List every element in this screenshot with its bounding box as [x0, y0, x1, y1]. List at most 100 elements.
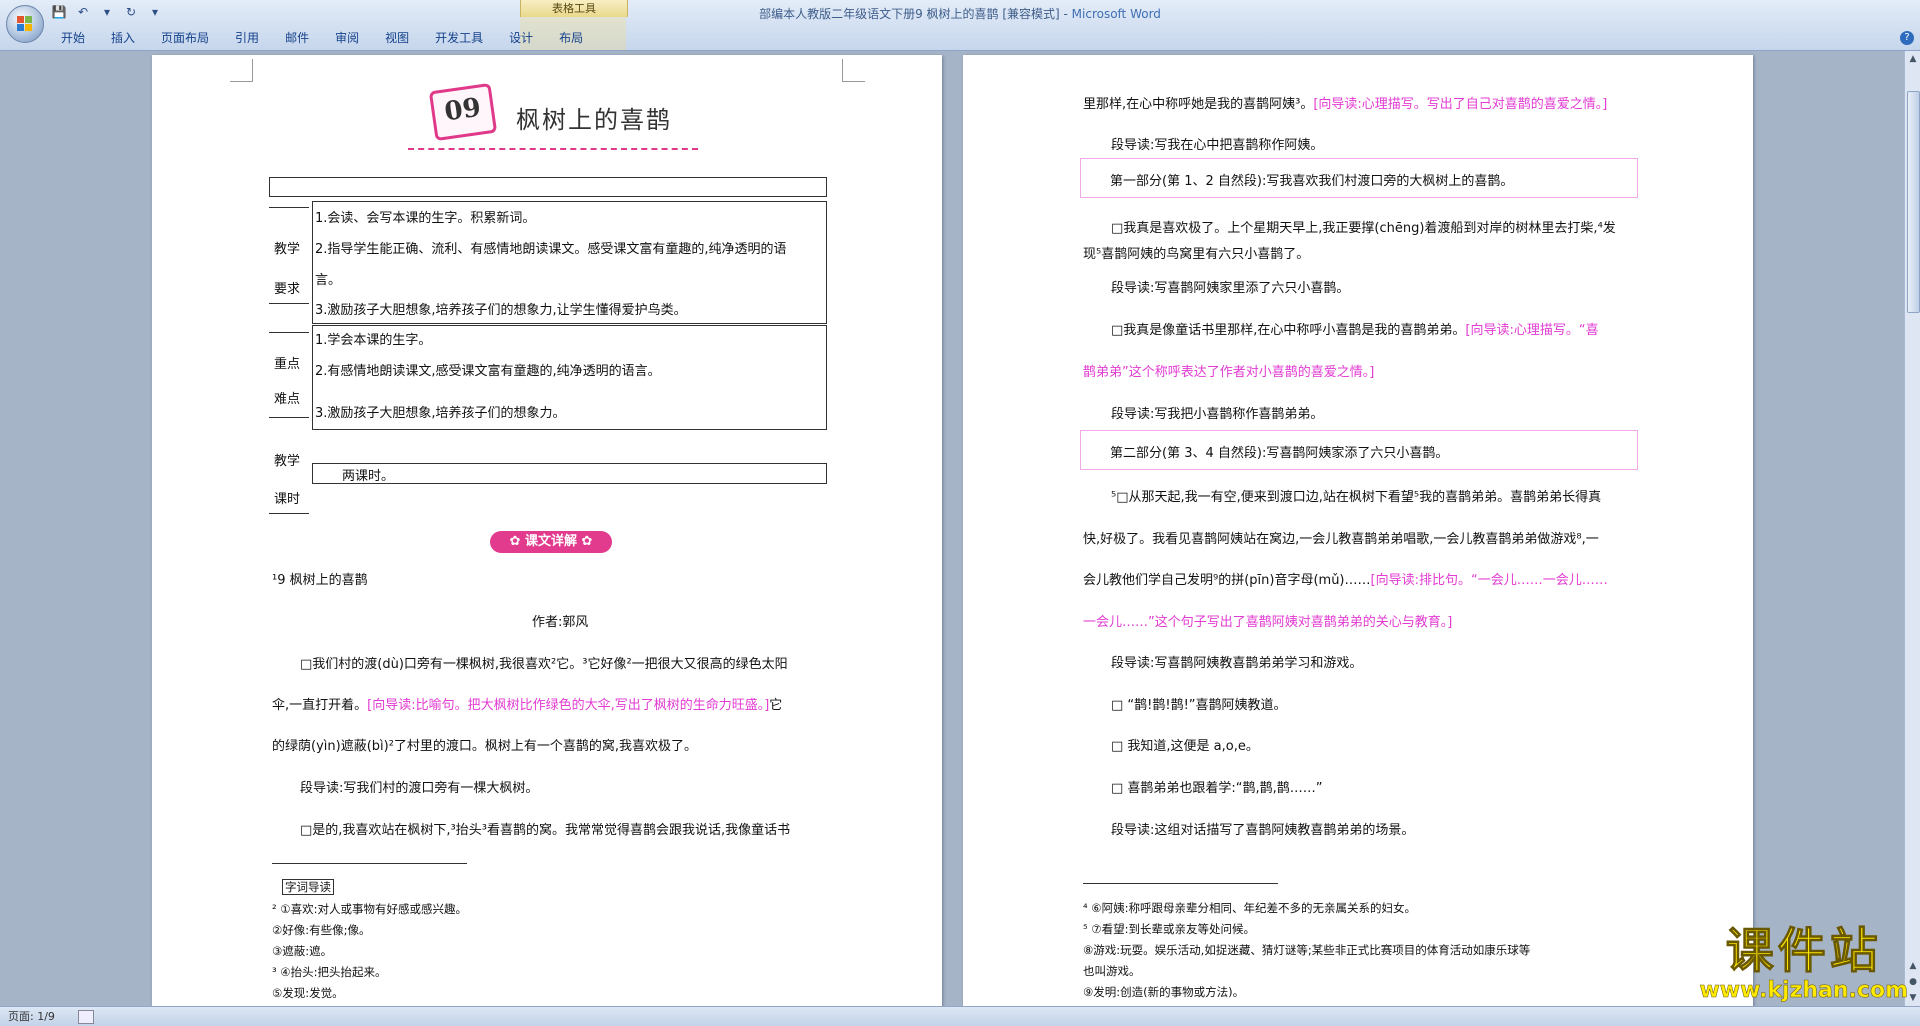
key-1: 1.学会本课的生字。 — [315, 333, 432, 348]
footnote-1: ² ①喜欢:对人或事物有好感或感兴趣。 — [272, 902, 467, 916]
footnote-2: ②好像:有些像;像。 — [272, 923, 371, 937]
right-para-4a: □我真是像童话书里那样,在心中称呼小喜鹊是我的喜鹊弟弟。[向导读:心理描写。“喜 — [1111, 319, 1599, 338]
footnote-separator — [272, 863, 467, 864]
page-1[interactable]: 09 枫树上的喜鹊 教学 要求 1.会读、会写本课的生字。积累新词。 2.指导学… — [152, 55, 942, 1006]
tab-table-design[interactable]: 设计 — [496, 28, 546, 48]
req-label-2: 要求 — [274, 282, 301, 297]
right-footnote-1: ⁴ ⑥阿姨:称呼跟母亲辈分相同、年纪差不多的无亲属关系的妇女。 — [1083, 901, 1416, 915]
title-bar: 💾 ↶ ▾ ↻ ▾ 部编本人教版二年级语文下册9 枫树上的喜鹊 [兼容模式] -… — [0, 0, 1920, 51]
watermark-logo: 课件站 www.kjzhan.com — [1699, 923, 1908, 1003]
req-2a: 2.指导学生能正确、流利、有感情地朗读课文。感受课文富有童趣的,纯净透明的语 — [315, 242, 787, 257]
right-para-4a-text: □我真是像童话书里那样,在心中称呼小喜鹊是我的喜鹊弟弟。 — [1111, 323, 1466, 338]
annotation-metaphor: [向导读:比喻句。把大枫树比作绿色的大伞,写出了枫树的生命力旺盛。] — [367, 698, 770, 713]
right-footnote-5: ⑨发明:创造(新的事物或方法)。 — [1083, 985, 1245, 999]
right-para-5b: 快,好极了。我看见喜鹊阿姨站在窝边,一会儿教喜鹊弟弟唱歌,一会儿教喜鹊弟弟做游戏… — [1083, 532, 1599, 547]
scroll-up-icon[interactable]: ▲ — [1905, 51, 1920, 67]
footnote-4: ³ ④抬头:把头抬起来。 — [272, 965, 387, 979]
tab-table-layout[interactable]: 布局 — [546, 28, 596, 48]
time-label-2: 课时 — [274, 492, 301, 507]
right-para-3a: □我真是喜欢极了。上个星期天早上,我正要撑(chēng)着渡船到对岸的树林里去打… — [1111, 221, 1616, 236]
paragraph-1b: 伞,一直打开着。[向导读:比喻句。把大枫树比作绿色的大伞,写出了枫树的生命力旺盛… — [272, 694, 782, 713]
right-guide-4: 段导读:写喜鹊阿姨教喜鹊弟弟学习和游戏。 — [1111, 656, 1363, 671]
tab-developer[interactable]: 开发工具 — [422, 28, 496, 48]
right-para-5c-text: 会儿教他们学自己发明⁹的拼(pīn)音字母(mǔ)…… — [1083, 573, 1371, 588]
right-line-1-text: 里那样,在心中称呼她是我的喜鹊阿姨³。 — [1083, 97, 1314, 112]
help-icon[interactable]: ? — [1900, 31, 1914, 45]
right-guide-3: 段导读:写我把小喜鹊称作喜鹊弟弟。 — [1111, 407, 1324, 422]
author: 作者:郭风 — [532, 615, 589, 630]
annotation-psych-1: [向导读:心理描写。写出了自己对喜鹊的喜爱之情。] — [1313, 97, 1608, 112]
paragraph-1a: □我们村的渡(dù)口旁有一棵枫树,我很喜欢²它。³它好像²一把很大又很高的绿色… — [300, 657, 788, 672]
annotation-psych-2: [向导读:心理描写。“喜 — [1465, 323, 1599, 338]
req-label-1: 教学 — [274, 242, 301, 257]
tab-view[interactable]: 视图 — [372, 28, 422, 48]
tab-page-layout[interactable]: 页面布局 — [148, 28, 222, 48]
right-line-1: 里那样,在心中称呼她是我的喜鹊阿姨³。[向导读:心理描写。写出了自己对喜鹊的喜爱… — [1083, 93, 1607, 112]
tab-mailings[interactable]: 邮件 — [272, 28, 322, 48]
right-footnote-2: ⁵ ⑦看望:到长辈或亲友等处问候。 — [1083, 922, 1255, 936]
dialogue-1: □ “鹊!鹊!鹊!”喜鹊阿姨教道。 — [1111, 698, 1287, 713]
footnote-heading: 字词导读 — [272, 879, 334, 895]
watermark-url: www.kjzhan.com — [1699, 978, 1908, 1003]
footnote-5: ⑤发现:发觉。 — [272, 986, 344, 1000]
key-2: 2.有感情地朗读课文,感受课文富有童趣的,纯净透明的语言。 — [315, 364, 661, 379]
req-3: 3.激励孩子大胆想象,培养孩子们的想象力,让学生懂得爱护鸟类。 — [315, 303, 687, 318]
lesson-number: 09 — [442, 92, 483, 128]
annotation-parallelism: [向导读:排比句。“一会儿……一会儿…… — [1370, 573, 1608, 588]
right-para-3b: 现⁵喜鹊阿姨的鸟窝里有六只小喜鹊了。 — [1083, 247, 1310, 262]
right-guide-5: 段导读:这组对话描写了喜鹊阿姨教喜鹊弟弟的场景。 — [1111, 823, 1415, 838]
part-2-summary: 第二部分(第 3、4 自然段):写喜鹊阿姨家添了六只小喜鹊。 — [1110, 446, 1449, 461]
table-header-row — [269, 177, 827, 197]
right-footnote-3: ⑧游戏:玩耍。娱乐活动,如捉迷藏、猜灯谜等;某些非正式比赛项目的体育活动如康乐球… — [1083, 943, 1531, 957]
right-footnote-4: 也叫游戏。 — [1083, 964, 1141, 978]
watermark-text: 课件站 — [1725, 923, 1882, 980]
time-value: 两课时。 — [342, 469, 395, 484]
paragraph-2: □是的,我喜欢站在枫树下,³抬头³看喜鹊的窝。我常常觉得喜鹊会跟我说话,我像童话… — [300, 823, 791, 838]
key-3: 3.激励孩子大胆想象,培养孩子们的想象力。 — [315, 406, 566, 421]
crop-mark — [842, 59, 865, 82]
dialogue-3: □ 喜鹊弟弟也跟着学:“鹊,鹊,鹊……” — [1111, 781, 1323, 796]
page-2[interactable]: 里那样,在心中称呼她是我的喜鹊阿姨³。[向导读:心理描写。写出了自己对喜鹊的喜爱… — [963, 55, 1753, 1006]
paragraph-1b-text: 伞,一直打开着。 — [272, 698, 368, 713]
time-label-1: 教学 — [274, 454, 301, 469]
right-para-4b: 鹊弟弟”这个称呼表达了作者对小喜鹊的喜爱之情。] — [1083, 365, 1375, 380]
title-underline — [408, 148, 698, 150]
paragraph-guide-1: 段导读:写我们村的渡口旁有一棵大枫树。 — [300, 781, 539, 796]
tab-home[interactable]: 开始 — [48, 28, 98, 48]
right-guide-2: 段导读:写喜鹊阿姨家里添了六只小喜鹊。 — [1111, 281, 1350, 296]
dialogue-2: □ 我知道,这便是 a,o,e。 — [1111, 739, 1259, 754]
lesson-number-badge: 09 — [428, 82, 498, 142]
req-1: 1.会读、会写本课的生字。积累新词。 — [315, 211, 536, 226]
footnote-heading-box: 字词导读 — [282, 879, 334, 895]
page-count[interactable]: 页面: 1/9 — [8, 1007, 55, 1026]
right-para-5d: 一会儿……”这个句子写出了喜鹊阿姨对喜鹊弟弟的关心与教育。] — [1083, 615, 1453, 630]
window-title: 部编本人教版二年级语文下册9 枫树上的喜鹊 [兼容模式] - Microsoft… — [0, 5, 1920, 22]
table-rule — [269, 207, 309, 208]
tab-insert[interactable]: 插入 — [98, 28, 148, 48]
tab-references[interactable]: 引用 — [222, 28, 272, 48]
status-bar: 页面: 1/9 — [0, 1006, 1920, 1026]
right-para-5c: 会儿教他们学自己发明⁹的拼(pīn)音字母(mǔ)……[向导读:排比句。“一会儿… — [1083, 569, 1608, 588]
vertical-scrollbar[interactable]: ▲ ▲ ● ▼ — [1904, 51, 1920, 1006]
crop-mark — [230, 59, 253, 82]
text-title: ¹9 枫树上的喜鹊 — [272, 573, 368, 588]
table-rule — [269, 332, 309, 333]
proofing-icon[interactable] — [78, 1010, 94, 1024]
table-rule — [269, 303, 309, 304]
paragraph-1b-tail: 它 — [769, 698, 783, 713]
right-guide-1: 段导读:写我在心中把喜鹊称作阿姨。 — [1111, 138, 1324, 153]
right-para-5a: ⁵□从那天起,我一有空,便来到渡口边,站在枫树下看望⁵我的喜鹊弟弟。喜鹊弟弟长得… — [1111, 490, 1602, 505]
table-tools-label: 表格工具 — [520, 0, 628, 17]
section-banner: ✿ 课文详解 ✿ — [490, 531, 612, 553]
table-rule — [269, 417, 309, 418]
app-name: Microsoft Word — [1071, 7, 1161, 21]
ribbon-tabs: 开始 插入 页面布局 引用 邮件 审阅 视图 开发工具 设计 布局 — [48, 28, 596, 48]
scroll-thumb[interactable] — [1907, 91, 1920, 313]
lesson-title: 枫树上的喜鹊 — [516, 106, 672, 134]
footnote-3: ③遮蔽:遮。 — [272, 944, 333, 958]
document-name: 部编本人教版二年级语文下册9 枫树上的喜鹊 [兼容模式] - — [759, 7, 1072, 21]
paragraph-1c: 的绿荫(yìn)遮蔽(bì)²了村里的渡口。枫树上有一个喜鹊的窝,我喜欢极了。 — [272, 739, 698, 754]
tab-review[interactable]: 审阅 — [322, 28, 372, 48]
req-2b: 言。 — [315, 273, 342, 288]
document-workspace: 09 枫树上的喜鹊 教学 要求 1.会读、会写本课的生字。积累新词。 2.指导学… — [0, 51, 1904, 1006]
